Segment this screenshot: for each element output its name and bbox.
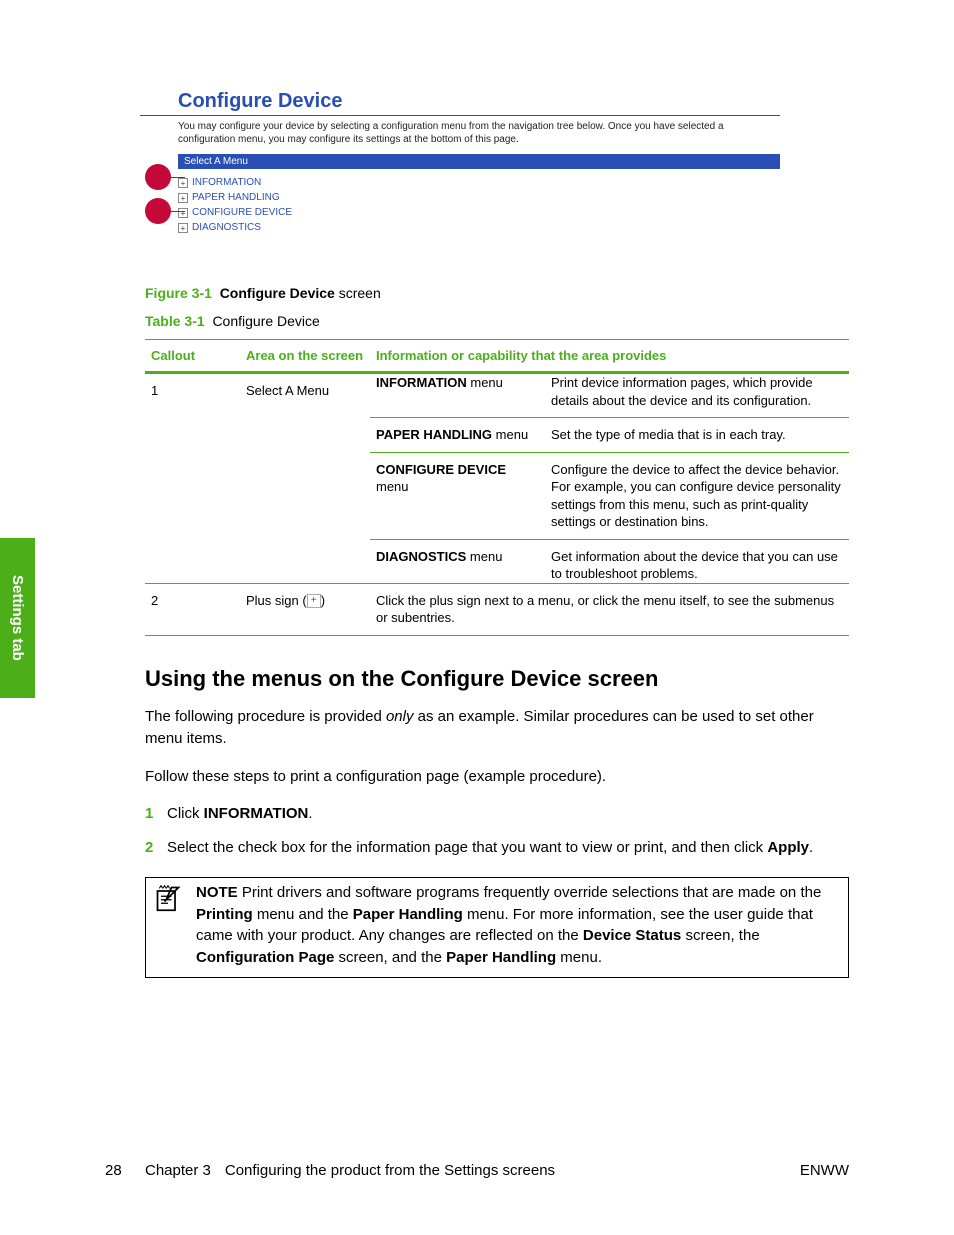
cell-callout: 2 — [145, 583, 240, 635]
page-number: 28 — [105, 1162, 145, 1179]
configure-device-table: Callout Area on the screen Information o… — [145, 339, 849, 636]
callout-line-1 — [171, 177, 185, 178]
cell-area: Select A Menu — [240, 373, 370, 584]
figure-title-rest: screen — [335, 285, 381, 301]
figure-number: Figure 3-1 — [145, 285, 212, 301]
th-info: Information or capability that the area … — [370, 340, 849, 373]
tree-item-configure-device: + CONFIGURE DEVICE — [178, 205, 780, 220]
figure-title-bold: Configure Device — [220, 285, 335, 301]
menu-desc: Print device information pages, which pr… — [545, 374, 849, 418]
tree-label: CONFIGURE DEVICE — [192, 207, 292, 218]
menu-desc: Set the type of media that is in each tr… — [545, 418, 849, 453]
th-callout: Callout — [145, 340, 240, 373]
tree-label: DIAGNOSTICS — [192, 222, 261, 233]
table-caption: Table 3-1 Configure Device — [145, 313, 849, 329]
plus-icon: + — [178, 223, 188, 233]
chapter-title: Configuring the product from the Setting… — [225, 1162, 800, 1179]
menu-desc: Configure the device to affect the devic… — [545, 452, 849, 539]
plus-icon: + — [178, 178, 188, 188]
table-row: 2 Plus sign (+) Click the plus sign next… — [145, 583, 849, 635]
paragraph: Follow these steps to print a configurat… — [145, 766, 849, 788]
figure-screenshot: Configure Device You may configure your … — [145, 90, 849, 235]
screenshot-tree: + INFORMATION + PAPER HANDLING + CONFIGURE … — [140, 169, 780, 235]
menu-name: CONFIGURE DEVICE menu — [370, 452, 545, 539]
menu-desc: Get information about the device that yo… — [545, 539, 849, 583]
note-box: NOTE Print drivers and software programs… — [145, 877, 849, 978]
steps-list: Click INFORMATION. Select the check box … — [145, 803, 849, 859]
plus-sign-icon: + — [307, 594, 321, 608]
list-item: Click INFORMATION. — [145, 803, 849, 825]
menu-name: PAPER HANDLING menu — [370, 418, 545, 453]
callout-line-2 — [171, 211, 185, 212]
screenshot-menu-bar: Select A Menu — [178, 154, 780, 169]
side-tab-settings: Settings tab — [0, 538, 35, 698]
tree-label: PAPER HANDLING — [192, 192, 280, 203]
tree-label: INFORMATION — [192, 177, 261, 188]
page-footer: 28 Chapter 3 Configuring the product fro… — [105, 1162, 849, 1179]
list-item: Select the check box for the information… — [145, 837, 849, 859]
th-area: Area on the screen — [240, 340, 370, 373]
chapter-label: Chapter 3 — [145, 1162, 211, 1179]
figure-caption: Figure 3-1 Configure Device screen — [145, 285, 849, 301]
table-row: 1 Select A Menu INFORMATION menu Print d… — [145, 373, 849, 584]
tree-item-information: + INFORMATION — [178, 175, 780, 190]
menu-name: INFORMATION menu — [370, 374, 545, 418]
tree-item-diagnostics: + DIAGNOSTICS — [178, 220, 780, 235]
note-icon — [154, 882, 182, 969]
footer-right: ENWW — [800, 1162, 849, 1179]
tree-item-paper-handling: + PAPER HANDLING — [178, 190, 780, 205]
table-title: Configure Device — [212, 313, 319, 329]
menu-subtable: INFORMATION menu Print device informatio… — [370, 374, 849, 583]
plus-icon: + — [178, 193, 188, 203]
callout-dot-2 — [145, 198, 171, 224]
note-text: NOTE Print drivers and software programs… — [196, 882, 840, 969]
callout-dot-1 — [145, 164, 171, 190]
menu-name: DIAGNOSTICS menu — [370, 539, 545, 583]
cell-desc: Click the plus sign next to a menu, or c… — [370, 583, 849, 635]
section-heading: Using the menus on the Configure Device … — [145, 666, 849, 692]
cell-area: Plus sign (+) — [240, 583, 370, 635]
screenshot-description: You may configure your device by selecti… — [140, 120, 780, 154]
paragraph: The following procedure is provided only… — [145, 706, 849, 750]
screenshot-title: Configure Device — [140, 90, 780, 116]
cell-callout: 1 — [145, 373, 240, 584]
plus-icon: + — [178, 208, 188, 218]
table-number: Table 3-1 — [145, 313, 205, 329]
